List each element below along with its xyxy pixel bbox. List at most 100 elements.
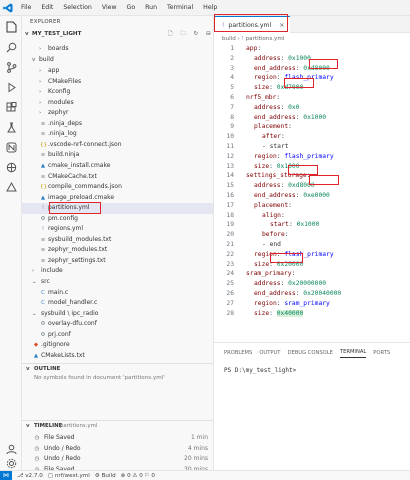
tree-item[interactable]: › CMakeFiles — [22, 77, 213, 88]
panel-tab-terminal[interactable]: TERMINAL — [339, 349, 367, 358]
explorer-icon[interactable] — [4, 20, 18, 34]
yaml-colon: : — [280, 103, 285, 111]
chevron-down-icon: ⌄ — [32, 279, 37, 285]
title-bar: File Edit Selection View Go Run Terminal Help — [0, 0, 410, 16]
version-item[interactable]: ⎇ v2.7.0 — [17, 473, 43, 479]
panel-tab-output[interactable]: OUTPUT — [259, 350, 280, 356]
tree-item[interactable]: {} compile_commands.json — [22, 182, 213, 193]
annotation-box-tree-partitions — [49, 202, 101, 215]
tree-item[interactable]: ⌄ src — [22, 277, 213, 288]
explorer-actions[interactable]: 🗋 🗀 ↻ ⊟ — [168, 29, 213, 40]
json-file-icon: {} — [40, 184, 47, 191]
tree-item[interactable]: › boards — [22, 44, 213, 55]
remote-icon[interactable]: ⋈ — [0, 470, 12, 480]
code-line: 23 size: 0x20000 — [214, 260, 410, 270]
tree-item[interactable]: ≡ CMakeCache.txt — [22, 172, 213, 183]
tree-item[interactable]: › modules — [22, 98, 213, 109]
tree-item-label: .vscode-nrf-connect.json — [48, 140, 122, 148]
nrf-connect-icon[interactable] — [4, 140, 18, 154]
tree-item[interactable]: ≡ build.ninja — [22, 150, 213, 161]
timeline-label: Undo / Redo — [44, 444, 81, 452]
tree-item[interactable]: ⚙ prj.conf — [22, 330, 213, 341]
yaml-value: 0x40000 — [276, 309, 304, 317]
tree-item[interactable]: ⌄ sysbuild \ ipc_radio — [22, 309, 213, 320]
tree-item-label: cmake_install.cmake — [48, 161, 111, 169]
memory-icon[interactable] — [4, 180, 18, 194]
yaml-colon: : — [280, 211, 285, 219]
yaml-value: 0xe0000 — [303, 192, 330, 199]
tree-item-label: build — [39, 56, 54, 63]
timeline-item[interactable]: ◷ File Saved 1 min — [22, 433, 213, 444]
timeline-item[interactable]: ◷ Undo / Redo 4 mins — [22, 444, 213, 455]
tree-folder-build[interactable]: v build — [22, 55, 213, 66]
devicetree-icon[interactable] — [4, 160, 18, 174]
yaml-colon: : — [291, 270, 296, 278]
code-text: end_address: 0x1000 — [254, 113, 326, 123]
code-text: after: — [262, 132, 285, 142]
yaml-colon: : — [280, 54, 285, 62]
tree-item[interactable]: ≡ .ninja_deps — [22, 119, 213, 130]
tree-item[interactable]: ≡ zephyr_modules.txt — [22, 245, 213, 256]
code-text: - start — [262, 142, 289, 152]
tree-item[interactable]: › zephyr — [22, 108, 213, 119]
build-item[interactable]: ⚙ Build — [95, 473, 116, 479]
code-text: placement: — [254, 122, 292, 132]
code-line: 12 region: flash_primary — [214, 152, 410, 162]
tree-item[interactable]: ⚙ pm.config — [22, 214, 213, 225]
chevron-right-icon: › — [39, 46, 42, 52]
code-line: 16 end_address: 0xe0000 — [214, 191, 410, 201]
tree-item[interactable]: › include — [22, 266, 213, 277]
extensions-icon[interactable] — [4, 100, 18, 114]
tree-item[interactable]: ≡ zephyr_settings.txt — [22, 256, 213, 267]
timeline-section-header[interactable]: v TIMELINE partitions.yml — [22, 420, 213, 431]
tree-item[interactable]: ◆ .gitignore — [22, 340, 213, 351]
terminal-prompt[interactable]: PS D:\my_test_light> — [224, 367, 296, 374]
annotation-box-end-address — [309, 175, 339, 185]
tree-item[interactable]: Cmodel_handler.c — [22, 298, 213, 309]
menu-item-view[interactable]: View — [97, 0, 122, 16]
menu-item-edit[interactable]: Edit — [36, 0, 58, 16]
yaml-key: placement — [254, 201, 289, 209]
tree-item[interactable]: ! regions.yml — [22, 224, 213, 235]
panel-tab-debug-console[interactable]: DEBUG CONSOLE — [287, 350, 332, 356]
run-debug-icon[interactable] — [4, 80, 18, 94]
tree-item[interactable]: › Kconfig — [22, 87, 213, 98]
yaml-colon: : — [276, 94, 281, 101]
tree-item[interactable]: ⚙ overlay-dfu.conf — [22, 319, 213, 330]
code-line: 11 - start — [214, 142, 410, 152]
config-file-icon: ⚙ — [40, 331, 46, 338]
menu-item-go[interactable]: Go — [122, 0, 141, 16]
tree-item[interactable]: {} .vscode-nrf-connect.json — [22, 140, 213, 151]
code-line: 27 region: sram_primary — [214, 299, 410, 309]
line-number: 11 — [226, 143, 234, 150]
menu-item-file[interactable]: File — [16, 0, 36, 16]
panel-tab-problems[interactable]: PROBLEMS — [224, 350, 252, 356]
testing-icon[interactable] — [4, 120, 18, 134]
account-icon[interactable] — [4, 442, 18, 456]
tree-item[interactable]: ▲ CMakeLists.txt — [22, 351, 213, 362]
search-icon[interactable] — [4, 40, 18, 54]
tree-item[interactable]: ▲ cmake_install.cmake — [22, 161, 213, 172]
line-number: 6 — [230, 94, 234, 101]
timeline-item[interactable]: ◷ Undo / Redo 20 mins — [22, 454, 213, 465]
source-control-icon[interactable] — [4, 60, 18, 74]
yaml-key: size — [254, 84, 270, 92]
menu-item-run[interactable]: Run — [140, 0, 162, 16]
problems-item[interactable]: ⊗ 0 ⚠ 0 ⚐ 0 — [121, 473, 155, 479]
tree-item[interactable]: ≡ sysbuild_modules.txt — [22, 235, 213, 246]
manifest-item[interactable]: ▢ nrf/west.yml — [48, 473, 90, 479]
code-line: 25 address: 0x20000000 — [214, 279, 410, 289]
settings-gear-icon[interactable] — [4, 456, 18, 470]
line-number: 22 — [226, 250, 234, 258]
vscode-logo-icon — [0, 0, 16, 16]
line-number: 19 — [226, 221, 234, 229]
outline-section-header[interactable]: v OUTLINE — [22, 363, 213, 374]
menu-item-selection[interactable]: Selection — [58, 0, 97, 16]
tree-item[interactable]: Cmain.c — [22, 288, 213, 299]
panel-tab-ports[interactable]: PORTS — [373, 350, 390, 356]
tree-item[interactable]: ≡ .ninja_log — [22, 129, 213, 140]
outline-empty-message: No symbols found in document 'partitions… — [34, 375, 165, 381]
project-root[interactable]: v MY_TEST_LIGHT 🗋 🗀 ↻ ⊟ — [22, 29, 213, 40]
tree-item[interactable]: › app — [22, 66, 213, 77]
menu-item-terminal[interactable]: Terminal — [162, 0, 198, 16]
